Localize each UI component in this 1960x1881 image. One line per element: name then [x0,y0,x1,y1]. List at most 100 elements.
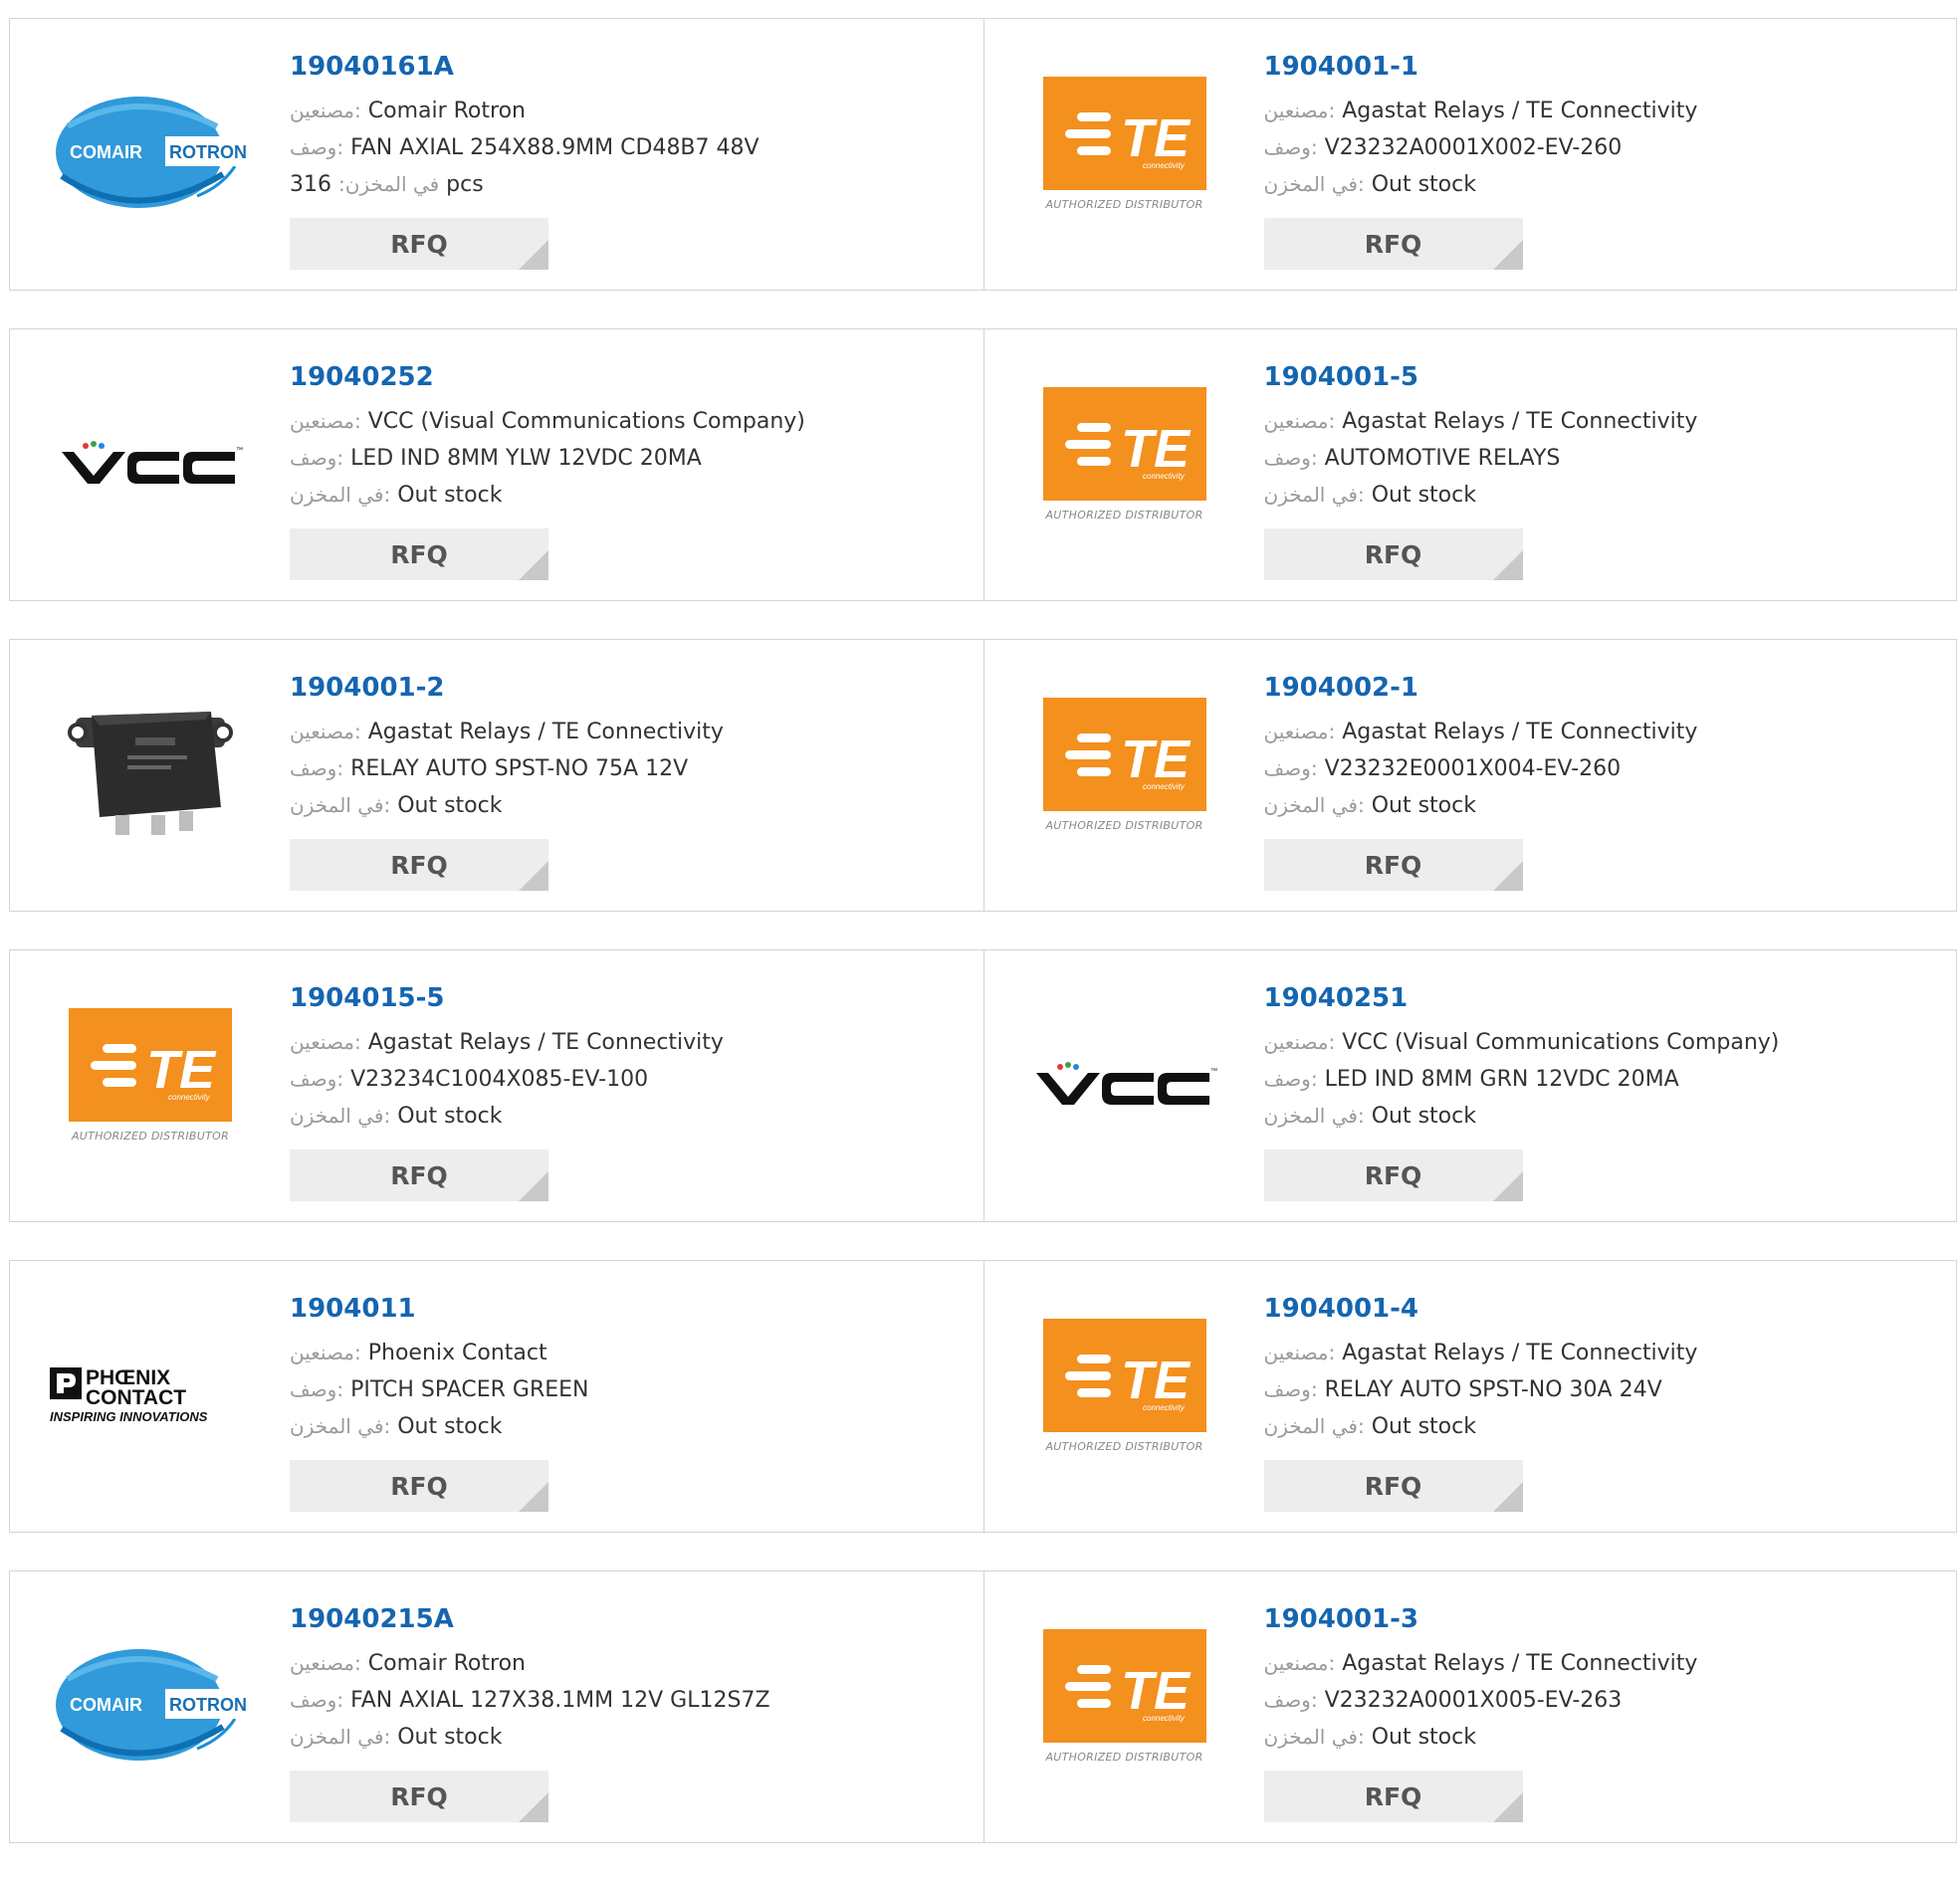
description-value: LED IND 8MM YLW 12VDC 20MA [350,446,702,471]
manufacturer-logo[interactable]: TE connectivity AUTHORIZED DISTRIBUTOR [48,1008,253,1157]
product-info: 1904015-5 مصنعين: Agastat Relays / TE Co… [290,980,974,1135]
svg-text:TE: TE [1121,730,1192,789]
manufacturer-logo[interactable]: TE connectivity AUTHORIZED DISTRIBUTOR [1022,698,1227,847]
manufacturer-line: مصنعين: VCC (Visual Communications Compa… [290,403,974,440]
manufacturer-line: مصنعين: Agastat Relays / TE Connectivity [290,714,974,750]
stock-value: Out stock [1371,1104,1476,1129]
manufacturer-label: مصنعين: [290,1651,361,1675]
svg-text:TE: TE [146,1040,217,1100]
manufacturer-label: مصنعين: [1263,409,1336,433]
manufacturer-logo[interactable] [48,698,253,847]
rfq-button[interactable]: RFQ [290,528,548,580]
rfq-label: RFQ [390,229,448,259]
svg-text:TE: TE [1121,1351,1192,1410]
svg-text:connectivity: connectivity [1143,1714,1186,1723]
product-info: 19040251 مصنعين: VCC (Visual Communicati… [1264,980,1947,1135]
description-line: وصف: V23234C1004X085-EV-100 [290,1061,974,1098]
part-number-link[interactable]: 1904001-4 [1264,1291,1947,1327]
product-row: ™ 19040252 مصنعين: VCC (Visual Communica… [9,328,1957,601]
manufacturer-logo[interactable]: COMAIR ROTRON [48,77,253,226]
stock-line: في المخزن: Out stock [290,1098,974,1135]
rfq-button[interactable]: RFQ [290,1771,548,1822]
manufacturer-logo[interactable]: ™ [1022,1008,1227,1157]
rfq-corner-decoration [519,240,548,270]
rfq-button[interactable]: RFQ [290,1150,548,1201]
product-row: 1904001-2 مصنعين: Agastat Relays / TE Co… [9,639,1957,912]
description-label: وصف: [1263,135,1318,159]
rfq-corner-decoration [519,1171,548,1201]
rfq-button[interactable]: RFQ [290,1460,548,1512]
part-number-link[interactable]: 19040251 [1264,980,1947,1016]
stock-value: Out stock [1371,793,1476,818]
rfq-button[interactable]: RFQ [1263,1771,1523,1822]
description-value: V23232E0001X004-EV-260 [1324,756,1622,781]
rfq-corner-decoration [1492,861,1523,891]
stock-label: في المخزن: [1263,1414,1365,1438]
part-number-link[interactable]: 1904001-5 [1264,359,1947,395]
product-card: TE connectivity AUTHORIZED DISTRIBUTOR 1… [982,1261,1957,1532]
manufacturer-line: مصنعين: Agastat Relays / TE Connectivity [290,1024,974,1061]
rfq-button[interactable]: RFQ [1263,528,1523,580]
product-info: 1904001-1 مصنعين: Agastat Relays / TE Co… [1264,49,1947,203]
svg-text:connectivity: connectivity [1143,161,1186,170]
product-row: COMAIR ROTRON 19040215A مصنعين: Comair R… [9,1570,1957,1843]
stock-label: في المخزن: [338,172,440,196]
rfq-corner-decoration [519,550,548,580]
stock-line: في المخزن: Out stock [290,1719,974,1756]
manufacturer-logo[interactable]: TE connectivity AUTHORIZED DISTRIBUTOR [1022,1629,1227,1778]
part-number-link[interactable]: 1904001-2 [290,670,974,706]
rfq-button[interactable]: RFQ [1263,1460,1523,1512]
rfq-label: RFQ [1364,1471,1422,1501]
manufacturer-label: مصنعين: [290,1030,361,1054]
product-row: PHŒNIX CONTACT INSPIRING INNOVATIONS 190… [9,1260,1957,1533]
part-number-link[interactable]: 19040215A [290,1601,974,1637]
product-grid: COMAIR ROTRON 19040161A مصنعين: Comair R… [9,18,1957,1881]
rfq-button[interactable]: RFQ [1263,839,1523,891]
manufacturer-logo[interactable]: PHŒNIX CONTACT INSPIRING INNOVATIONS [48,1319,253,1468]
rfq-corner-decoration [1492,240,1523,270]
rfq-label: RFQ [390,1471,448,1501]
manufacturer-logo[interactable]: TE connectivity AUTHORIZED DISTRIBUTOR [1022,77,1227,226]
manufacturer-logo[interactable]: TE connectivity AUTHORIZED DISTRIBUTOR [1022,387,1227,536]
part-number-link[interactable]: 1904015-5 [290,980,974,1016]
description-line: وصف: V23232E0001X004-EV-260 [1264,750,1947,787]
svg-text:connectivity: connectivity [1143,782,1186,791]
description-label: وصف: [1263,1688,1318,1712]
part-number-link[interactable]: 1904001-1 [1264,49,1947,85]
svg-text:ROTRON: ROTRON [169,1695,247,1715]
manufacturer-logo[interactable]: COMAIR ROTRON [48,1629,253,1778]
description-value: FAN AXIAL 254X88.9MM CD48B7 48V [350,135,760,160]
description-value: FAN AXIAL 127X38.1MM 12V GL12S7Z [350,1688,770,1713]
part-number-link[interactable]: 1904002-1 [1264,670,1947,706]
te-connectivity-logo: TE connectivity AUTHORIZED DISTRIBUTOR [1042,1319,1206,1468]
manufacturer-value: Phoenix Contact [367,1341,547,1365]
manufacturer-logo[interactable]: ™ [48,387,253,536]
stock-line: في المخزن: Out stock [1264,1408,1947,1445]
part-number-link[interactable]: 1904011 [290,1291,974,1327]
te-connectivity-logo: TE connectivity AUTHORIZED DISTRIBUTOR [1042,698,1206,847]
vcc-logo: ™ [62,441,243,484]
product-card: TE connectivity AUTHORIZED DISTRIBUTOR 1… [982,19,1957,290]
stock-label: في المخزن: [1263,483,1365,507]
manufacturer-logo[interactable]: TE connectivity AUTHORIZED DISTRIBUTOR [1022,1319,1227,1468]
rfq-button[interactable]: RFQ [290,839,548,891]
part-number-link[interactable]: 1904001-3 [1264,1601,1947,1637]
stock-label: في المخزن: [1263,1104,1365,1128]
manufacturer-label: مصنعين: [1263,720,1336,743]
stock-value: Out stock [397,1725,503,1750]
rfq-button[interactable]: RFQ [290,218,548,270]
stock-label: في المخزن: [290,1104,391,1128]
stock-line: في المخزن: Out stock [1264,787,1947,824]
product-info: 19040215A مصنعين: Comair Rotron وصف: FAN… [290,1601,974,1756]
svg-text:TE: TE [1121,108,1192,168]
manufacturer-line: مصنعين: Agastat Relays / TE Connectivity [1264,714,1947,750]
part-number-link[interactable]: 19040161A [290,49,974,85]
rfq-button[interactable]: RFQ [1263,1150,1523,1201]
description-line: وصف: V23232A0001X005-EV-263 [1264,1682,1947,1719]
part-number-link[interactable]: 19040252 [290,359,974,395]
stock-value: Out stock [1371,483,1476,508]
svg-text:™: ™ [236,447,243,454]
manufacturer-label: مصنعين: [1263,99,1336,122]
rfq-button[interactable]: RFQ [1263,218,1523,270]
rfq-label: RFQ [1364,229,1422,259]
